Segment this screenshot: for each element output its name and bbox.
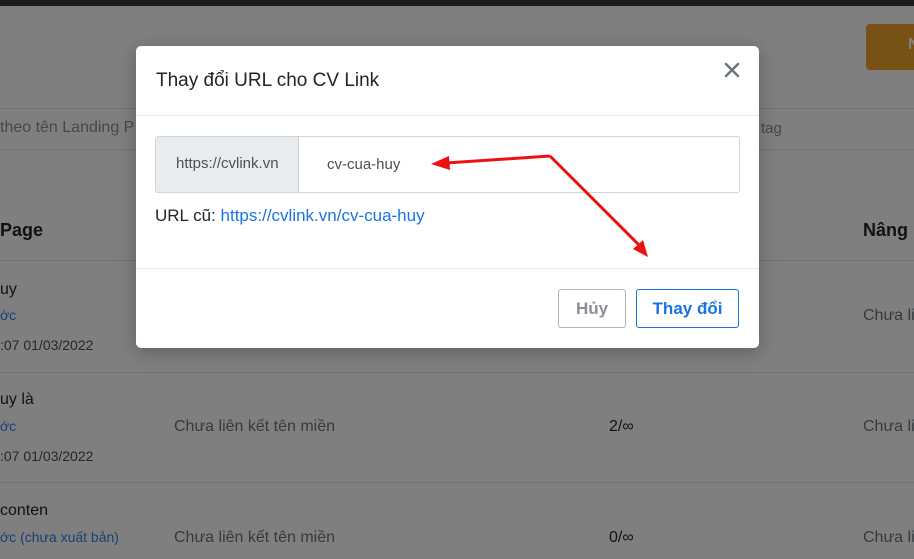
close-icon[interactable] [722,60,742,80]
url-slug-input[interactable] [300,137,739,192]
old-url-text: URL cũ: https://cvlink.vn/cv-cua-huy [155,206,425,226]
old-url-link[interactable]: https://cvlink.vn/cv-cua-huy [221,206,425,225]
url-input-group: https://cvlink.vn [155,136,740,193]
modal-title: Thay đổi URL cho CV Link [156,70,380,91]
modal-header: Thay đổi URL cho CV Link [136,46,759,116]
cancel-button[interactable]: Hủy [558,289,626,328]
url-prefix: https://cvlink.vn [156,137,299,192]
modal-footer-divider [136,268,759,269]
change-url-modal: Thay đổi URL cho CV Link https://cvlink.… [136,46,759,348]
change-url-button[interactable]: Thay đổi [636,289,739,328]
old-url-label: URL cũ: [155,206,216,225]
